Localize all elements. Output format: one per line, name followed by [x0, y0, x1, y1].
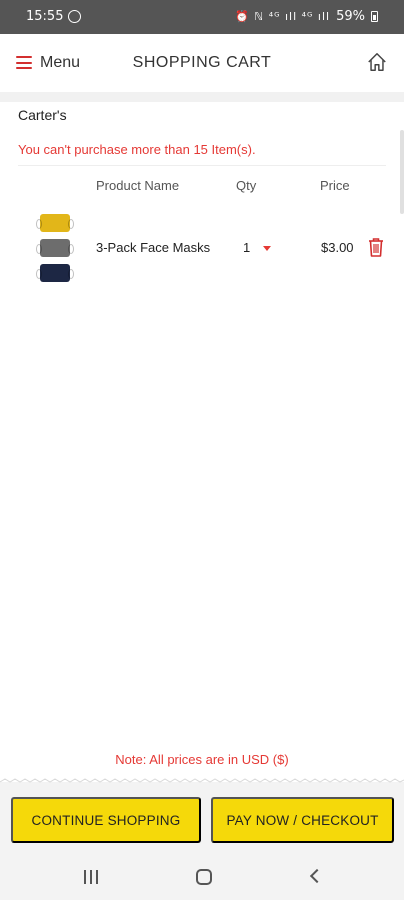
nav-back-icon[interactable] — [309, 868, 325, 884]
checkout-button[interactable]: PAY NOW / CHECKOUT — [211, 797, 394, 843]
product-name[interactable]: 3-Pack Face Masks — [96, 240, 210, 255]
trash-icon[interactable] — [367, 237, 385, 257]
battery-level: 59% — [336, 9, 365, 24]
nav-home-icon[interactable] — [196, 869, 212, 885]
zigzag-divider — [0, 778, 404, 788]
product-image[interactable] — [36, 214, 74, 282]
column-header-product: Product Name — [96, 178, 180, 193]
action-bar: CONTINUE SHOPPING PAY NOW / CHECKOUT — [0, 788, 404, 852]
column-header-price: Price — [320, 178, 350, 193]
mask-yellow-image — [36, 214, 74, 232]
home-icon[interactable] — [366, 51, 388, 73]
store-name: Carter's — [18, 107, 67, 123]
continue-shopping-button[interactable]: CONTINUE SHOPPING — [11, 797, 201, 843]
signal-icons: ⏰ ℕ ⁴ᴳ ıll ⁴ᴳ ıll — [235, 10, 331, 23]
scrollbar[interactable] — [400, 130, 404, 214]
app-header: Menu SHOPPING CART — [0, 34, 404, 92]
column-header-qty: Qty — [236, 178, 257, 193]
cart-item-row: 3-Pack Face Masks 1 $3.00 — [0, 206, 404, 290]
content-top-divider — [0, 92, 404, 102]
caret-down-icon — [263, 246, 271, 251]
nav-recents-icon[interactable] — [84, 870, 98, 884]
page-title: SHOPPING CART — [132, 54, 272, 71]
mask-navy-image — [36, 264, 74, 282]
battery-icon — [371, 11, 378, 22]
quantity-value: 1 — [243, 240, 251, 255]
divider — [18, 165, 386, 166]
system-nav-bar — [0, 852, 404, 900]
currency-note: Note: All prices are in USD ($) — [115, 752, 289, 767]
status-time: 15:55 — [26, 9, 64, 24]
quantity-dropdown[interactable]: 1 — [238, 234, 278, 260]
status-bar: 15:55 ⏰ ℕ ⁴ᴳ ıll ⁴ᴳ ıll 59% — [0, 0, 404, 34]
cart-content: Carter's You can't purchase more than 15… — [0, 92, 404, 780]
item-price: $3.00 — [321, 240, 354, 255]
limit-warning: You can't purchase more than 15 Item(s). — [18, 142, 256, 157]
mask-grey-image — [36, 239, 74, 257]
status-indicators: ⏰ ℕ ⁴ᴳ ıll ⁴ᴳ ıll 59% — [235, 9, 378, 24]
whatsapp-icon — [68, 10, 81, 23]
